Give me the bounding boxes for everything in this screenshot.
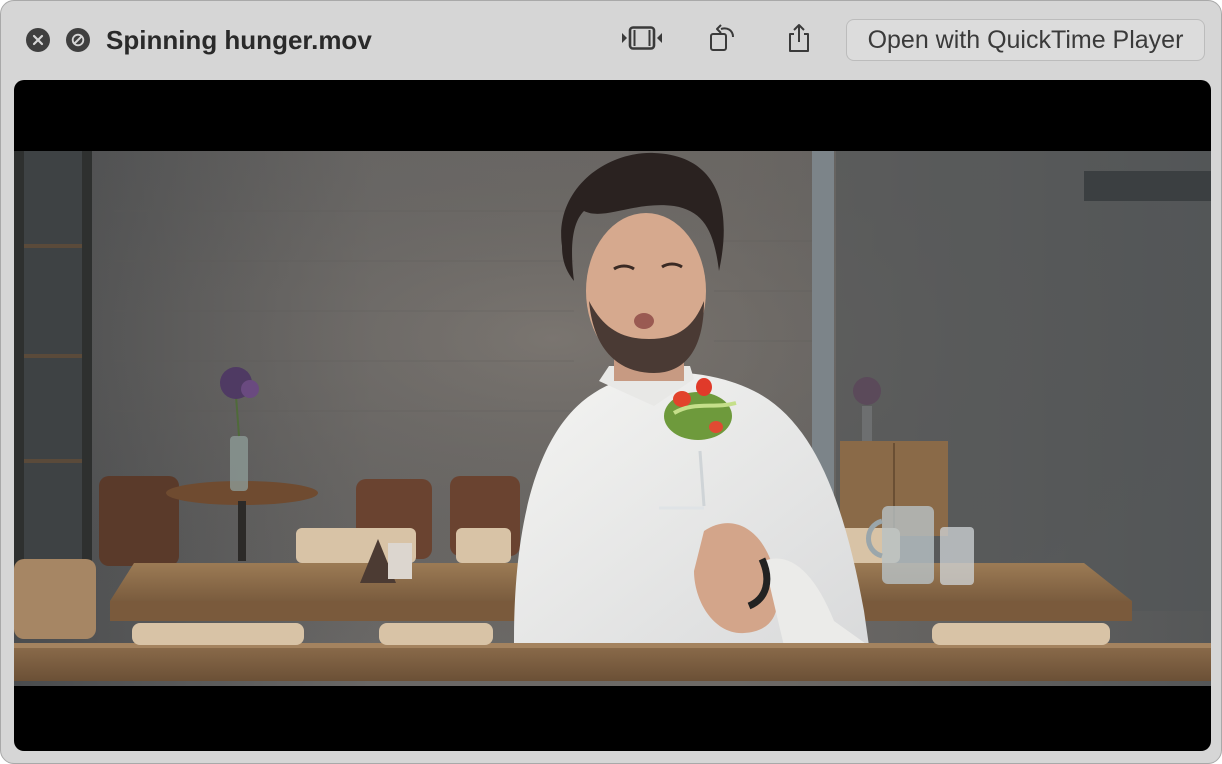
no-entry-icon [71,33,85,47]
share-button[interactable] [774,21,824,59]
video-frame[interactable] [14,151,1211,686]
rotate-button[interactable] [698,21,748,59]
window-title: Spinning hunger.mov [106,25,372,55]
video-player[interactable] [14,80,1211,751]
open-with-quicktime-button[interactable]: Open with QuickTime Player [846,19,1205,61]
close-icon [32,34,44,46]
markup-disabled-button[interactable] [66,28,90,52]
rotate-icon [708,22,738,59]
trim-button[interactable] [617,21,667,59]
trim-icon [618,24,666,57]
close-button[interactable] [26,28,50,52]
title-bar[interactable]: Spinning hunger.mov Open with QuickTime … [1,1,1221,79]
share-icon [785,22,813,59]
quick-look-window: Spinning hunger.mov Open with QuickTime … [0,0,1222,764]
